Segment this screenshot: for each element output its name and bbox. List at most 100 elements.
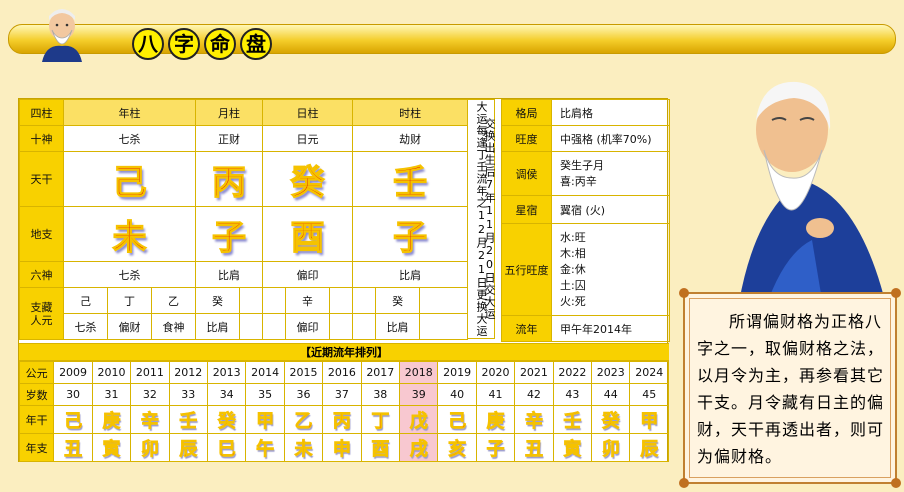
bazi-chart-panel: 四柱 年柱 月柱 日柱 时柱 十神 七杀 正财 日元 劫财 天干 己 丙 癸 壬… — [18, 98, 670, 462]
year-cell: 2021 — [514, 361, 554, 384]
zhi-cell: 亥 — [437, 433, 477, 462]
canggan-shen — [329, 313, 354, 340]
year-cell: 2015 — [283, 361, 324, 384]
age-cell: 37 — [322, 383, 362, 406]
title-char-2: 字 — [168, 28, 200, 60]
explanation-text: 所谓偏财格为正格八字之一，取偏财格之法，以月令为主，再参看其它干支。月令藏有日主… — [697, 312, 885, 466]
gan-cell: 丁 — [360, 405, 401, 434]
age-cell: 32 — [130, 383, 170, 406]
dizhi-day: 酉 — [262, 206, 354, 262]
zhi-cell: 未 — [283, 433, 324, 462]
canggan-shen: 食神 — [150, 313, 197, 340]
zhi-cell: 酉 — [360, 433, 401, 462]
scroll-knob-icon — [891, 478, 901, 488]
label-nian-gan: 年干 — [18, 405, 55, 434]
tiangan-hour: 壬 — [352, 151, 469, 207]
tiangan-day: 癸 — [262, 151, 354, 207]
liushen-year: 七杀 — [62, 261, 197, 288]
year-cell: 2009 — [53, 361, 93, 384]
liunian-title: 【近期流年排列】 — [19, 343, 669, 361]
zhi-cell: 辰 — [168, 433, 208, 462]
value-liunian: 甲午年2014年 — [551, 315, 670, 342]
jiaohuan-text: 交换出生后7年11月20日交大运 — [483, 118, 496, 320]
zhi-cell: 寅 — [552, 433, 593, 462]
shishen-day: 日元 — [262, 125, 354, 152]
header-day-pillar: 日柱 — [262, 99, 354, 126]
scroll-knob-icon — [679, 478, 689, 488]
age-cell: 30 — [53, 383, 93, 406]
zhi-cell: 辰 — [629, 433, 669, 462]
year-cell: 2020 — [475, 361, 516, 384]
gan-cell: 辛 — [514, 405, 554, 434]
dizhi-year: 未 — [62, 206, 197, 262]
liunian-table: 公元 2009 2010 2011 2012 2013 2014 2015 2016 2017 2… — [18, 361, 669, 462]
age-cell: 34 — [206, 383, 247, 406]
label-tiaohou: 调侯 — [501, 151, 552, 196]
scroll-knob-icon — [679, 288, 689, 298]
header-hour-pillar: 时柱 — [352, 99, 469, 126]
header-bar: 八 字 命 盘 — [8, 9, 896, 62]
zhi-cell: 午 — [245, 433, 285, 462]
canggan-shen — [262, 313, 287, 340]
year-cell: 2016 — [322, 361, 362, 384]
gan-cell: 庚 — [91, 405, 132, 434]
sage-avatar-icon — [42, 9, 82, 62]
zhi-cell: 寅 — [91, 433, 132, 462]
label-liunian: 流年 — [501, 315, 552, 342]
year-cell: 2011 — [130, 361, 170, 384]
label-shishen: 十神 — [19, 125, 64, 152]
canggan-stem: 己 — [63, 287, 108, 314]
canggan-stem: 丁 — [107, 287, 152, 314]
year-cell-current: 2018 — [399, 361, 439, 384]
canggan-shen — [419, 313, 469, 340]
age-cell: 38 — [360, 383, 401, 406]
gan-cell: 乙 — [283, 405, 324, 434]
scroll-knob-icon — [891, 288, 901, 298]
canggan-shen: 比肩 — [375, 313, 421, 340]
age-cell: 42 — [514, 383, 554, 406]
canggan-shen: 偏财 — [107, 313, 152, 340]
title-char-3: 命 — [204, 28, 236, 60]
zhi-cell: 子 — [475, 433, 516, 462]
tiangan-year: 己 — [62, 151, 197, 207]
canggan-stem — [262, 287, 287, 314]
year-cell: 2012 — [168, 361, 208, 384]
age-cell: 41 — [475, 383, 516, 406]
age-cell-current: 39 — [399, 383, 439, 406]
age-cell: 36 — [283, 383, 324, 406]
year-cell: 2019 — [437, 361, 477, 384]
canggan-shen — [239, 313, 264, 340]
canggan-shen — [352, 313, 377, 340]
age-cell: 33 — [168, 383, 208, 406]
gan-cell: 甲 — [245, 405, 285, 434]
zhi-cell: 申 — [322, 433, 362, 462]
gan-cell: 己 — [437, 405, 477, 434]
canggan-stem: 癸 — [375, 287, 421, 314]
tiangan-month: 丙 — [195, 151, 264, 207]
age-cell: 43 — [552, 383, 593, 406]
dizhi-month: 子 — [195, 206, 264, 262]
dizhi-hour: 子 — [352, 206, 469, 262]
label-age: 岁数 — [18, 383, 55, 406]
shishen-year: 七杀 — [62, 125, 197, 152]
label-geju: 格局 — [501, 99, 552, 126]
header-month-pillar: 月柱 — [195, 99, 264, 126]
gan-cell: 庚 — [475, 405, 516, 434]
title-char-1: 八 — [132, 28, 164, 60]
year-cell: 2013 — [206, 361, 247, 384]
zhi-cell-current: 戌 — [399, 433, 439, 462]
canggan-stem — [329, 287, 354, 314]
age-cell: 40 — [437, 383, 477, 406]
gan-cell: 癸 — [206, 405, 247, 434]
label-sizhu: 四柱 — [19, 99, 64, 126]
year-cell: 2023 — [591, 361, 631, 384]
canggan-stem — [419, 287, 469, 314]
zhi-cell: 卯 — [130, 433, 170, 462]
value-xingxiu: 翼宿 (火) — [551, 195, 670, 224]
gan-cell: 甲 — [629, 405, 669, 434]
canggan-shen: 七杀 — [63, 313, 108, 340]
label-wangdu: 旺度 — [501, 125, 552, 152]
gan-cell: 癸 — [591, 405, 631, 434]
zhi-cell: 卯 — [591, 433, 631, 462]
zhi-cell: 丑 — [514, 433, 554, 462]
